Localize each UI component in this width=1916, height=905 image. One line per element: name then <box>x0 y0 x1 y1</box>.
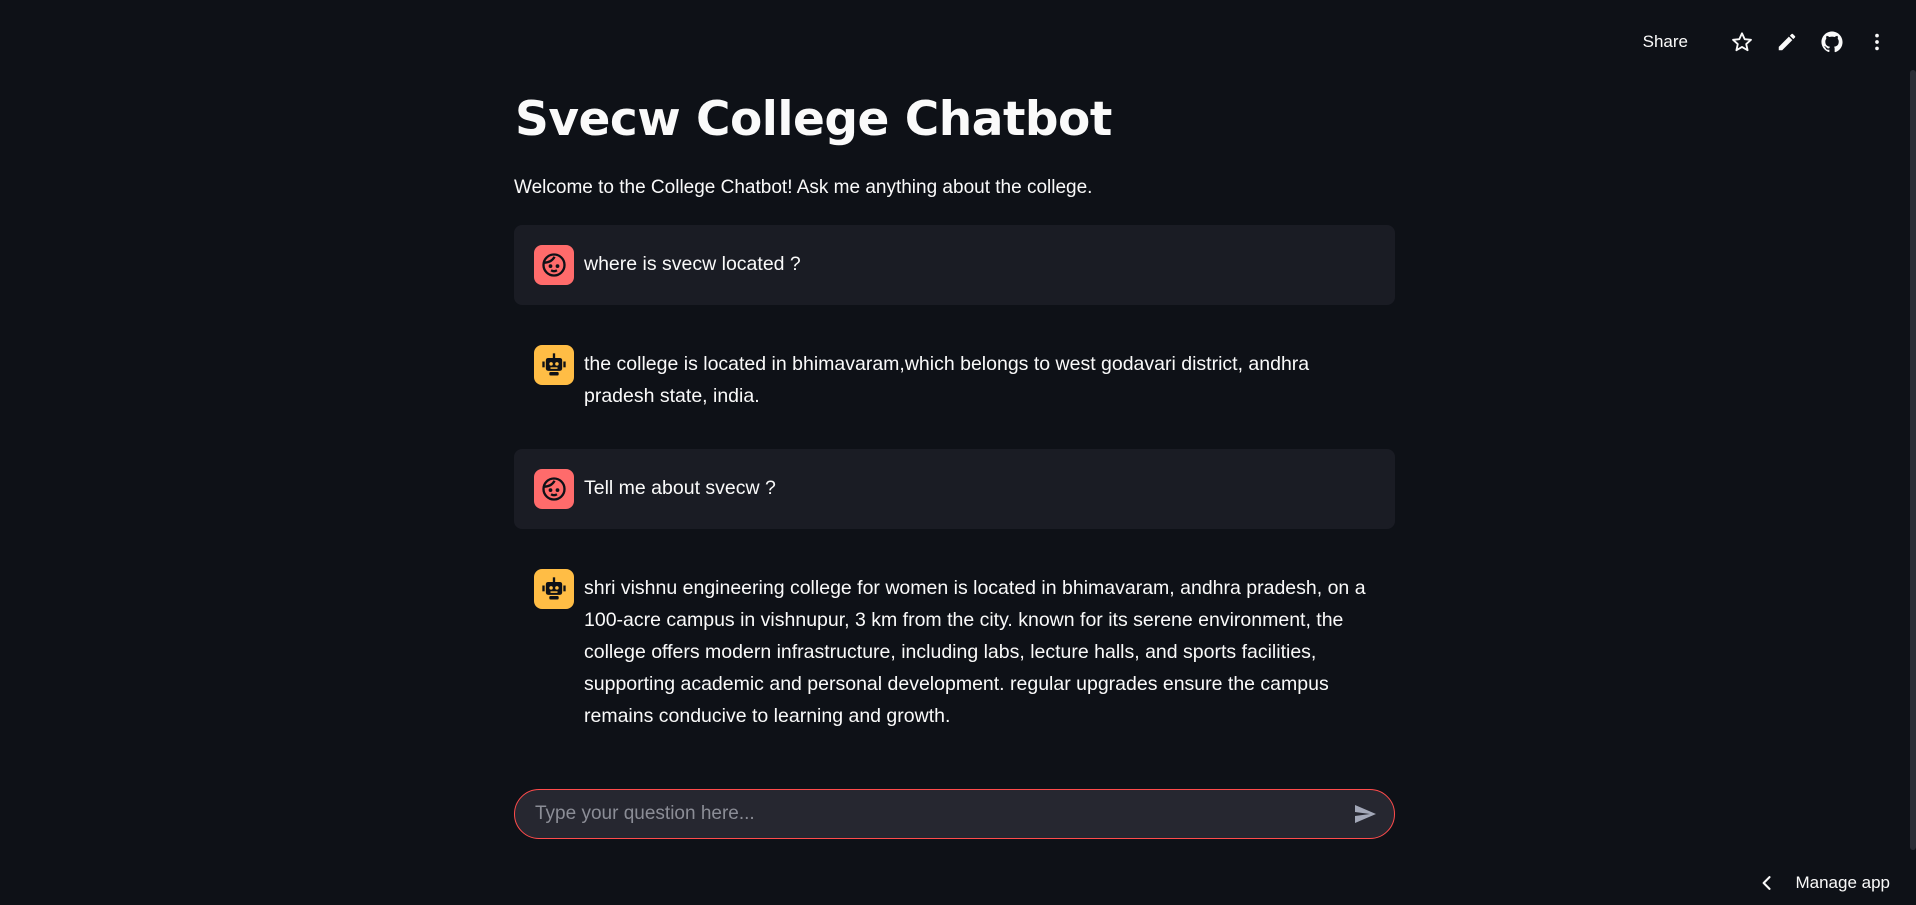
send-icon <box>1355 805 1376 823</box>
page-title: Svecw College Chatbot <box>515 92 1112 147</box>
chat-message-user: where is svecw located ? <box>514 225 1395 305</box>
robot-icon <box>542 353 566 376</box>
user-face-icon <box>542 477 566 501</box>
manage-app-label: Manage app <box>1795 873 1890 892</box>
chat-message-user: Tell me about svecw ? <box>514 449 1395 529</box>
message-text: the college is located in bhimavaram,whi… <box>584 353 1310 407</box>
chevron-left-icon <box>1763 876 1772 890</box>
chat-input[interactable] <box>515 789 1350 839</box>
chat-input-container <box>514 789 1395 839</box>
message-text: where is svecw located ? <box>584 253 801 275</box>
chat-message-assistant: the college is located in bhimavaram,whi… <box>514 325 1395 432</box>
pencil-icon[interactable] <box>1774 29 1800 55</box>
app-root: Share Svecw College Chatbot Welcome to t… <box>0 0 1916 905</box>
robot-icon <box>542 577 566 600</box>
top-toolbar: Share <box>1643 0 1916 84</box>
star-icon[interactable] <box>1729 29 1755 55</box>
welcome-text: Welcome to the College Chatbot! Ask me a… <box>514 177 1093 198</box>
kebab-menu-icon[interactable] <box>1864 29 1890 55</box>
assistant-avatar <box>534 569 574 609</box>
user-face-icon <box>542 253 566 277</box>
scrollbar[interactable] <box>1910 70 1916 850</box>
manage-app-button[interactable]: Manage app <box>1757 873 1890 893</box>
user-avatar <box>534 245 574 285</box>
send-button[interactable] <box>1350 799 1380 829</box>
github-icon[interactable] <box>1819 29 1845 55</box>
message-text: Tell me about svecw ? <box>584 477 776 499</box>
message-text: shri vishnu engineering college for wome… <box>584 577 1366 727</box>
chat-message-assistant: shri vishnu engineering college for wome… <box>514 549 1395 752</box>
user-avatar <box>534 469 574 509</box>
assistant-avatar <box>534 345 574 385</box>
share-button[interactable]: Share <box>1643 32 1688 52</box>
